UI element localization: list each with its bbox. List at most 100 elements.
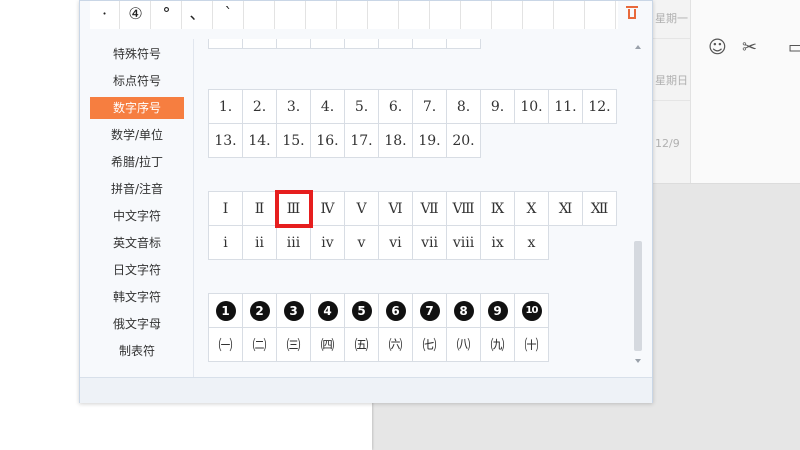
symbol-cell[interactable]: 17. [344,123,379,158]
symbol-cell[interactable]: ㈩ [514,327,549,362]
symbol-cell[interactable]: ⅴ [344,225,379,260]
category-item[interactable]: 韩文字符 [90,286,184,308]
category-item[interactable]: 拼音/注音 [90,178,184,200]
symbol-cell[interactable]: 7. [412,89,447,124]
recent-symbol-cell[interactable] [338,1,368,29]
recent-symbol-cell[interactable] [431,1,461,29]
image-icon[interactable]: ▭ [788,36,800,60]
symbol-cell[interactable]: ㈡ [242,327,277,362]
recent-symbol-cell[interactable] [276,1,306,29]
symbol-cell[interactable]: ㈤ [344,327,379,362]
scissors-icon[interactable]: ✂ [742,36,757,60]
symbol-cell[interactable]: 6 [378,293,413,328]
symbol-cell[interactable]: Ⅰ [208,191,243,226]
symbol-cell[interactable]: ㈦ [412,327,447,362]
symbol-cell[interactable]: 14. [242,123,277,158]
recent-symbol-cell[interactable]: ` [214,1,244,29]
symbol-cell[interactable]: Ⅱ [242,191,277,226]
recent-symbol-cell[interactable] [369,1,399,29]
category-item[interactable]: 数字序号 [90,97,184,119]
symbol-cell[interactable]: ⅳ [310,225,345,260]
category-item[interactable]: 英文音标 [90,232,184,254]
symbol-cell[interactable] [412,39,447,49]
symbol-cell[interactable]: ⅹ [514,225,549,260]
recent-symbol-cell[interactable]: ④ [121,1,151,29]
recent-symbol-cell[interactable] [307,1,337,29]
symbol-cell[interactable]: 9 [480,293,515,328]
symbol-cell[interactable]: Ⅺ [548,191,583,226]
scrollbar-thumb[interactable] [634,241,642,351]
symbol-cell[interactable]: 2. [242,89,277,124]
symbol-cell[interactable]: Ⅷ [446,191,481,226]
symbol-cell[interactable]: Ⅵ [378,191,413,226]
recent-symbol-cell[interactable] [586,1,616,29]
symbol-cell[interactable]: 8. [446,89,481,124]
selected-symbol-cell[interactable]: Ⅲ [274,189,313,228]
symbol-cell[interactable]: Ⅹ [514,191,549,226]
symbol-cell[interactable]: ㈨ [480,327,515,362]
symbol-cell[interactable]: 18. [378,123,413,158]
category-item[interactable]: 中文字符 [90,205,184,227]
category-item[interactable]: 数学/单位 [90,124,184,146]
scrollbar[interactable] [633,41,643,367]
symbol-cell[interactable]: 20. [446,123,481,158]
symbol-cell[interactable]: ㈠ [208,327,243,362]
symbol-cell[interactable]: 12. [582,89,617,124]
symbol-cell[interactable]: Ⅸ [480,191,515,226]
trash-icon[interactable] [625,5,639,21]
symbol-cell[interactable]: 7 [412,293,447,328]
symbol-cell[interactable]: 4 [310,293,345,328]
symbol-cell[interactable] [208,39,243,49]
symbol-cell[interactable]: 11. [548,89,583,124]
category-item[interactable]: 希腊/拉丁 [90,151,184,173]
symbol-cell[interactable]: 3 [276,293,311,328]
symbol-cell[interactable]: 1. [208,89,243,124]
emoji-icon[interactable]: ☺ [708,36,727,60]
recent-symbol-cell[interactable] [493,1,523,29]
symbol-cell[interactable]: 1 [208,293,243,328]
symbol-cell[interactable]: ㈧ [446,327,481,362]
symbol-cell[interactable]: Ⅶ [412,191,447,226]
category-item[interactable]: 标点符号 [90,70,184,92]
symbol-cell[interactable]: 13. [208,123,243,158]
recent-symbol-cell[interactable]: ° [152,1,182,29]
symbol-cell[interactable]: ⅰ [208,225,243,260]
recent-symbol-cell[interactable] [524,1,554,29]
category-item[interactable]: 日文字符 [90,259,184,281]
symbol-cell[interactable]: ㈢ [276,327,311,362]
symbol-cell[interactable]: 6. [378,89,413,124]
symbol-cell[interactable]: 5 [344,293,379,328]
symbol-cell[interactable]: 3. [276,89,311,124]
symbol-cell[interactable]: 16. [310,123,345,158]
symbol-cell[interactable]: ⅸ [480,225,515,260]
symbol-cell[interactable]: ⅲ [276,225,311,260]
symbol-cell[interactable]: Ⅻ [582,191,617,226]
symbol-cell[interactable]: Ⅴ [344,191,379,226]
symbol-cell[interactable]: ⅱ [242,225,277,260]
symbol-cell[interactable]: 10 [514,293,549,328]
symbol-cell[interactable]: ⅷ [446,225,481,260]
recent-symbol-cell[interactable] [245,1,275,29]
symbol-cell[interactable]: ㈥ [378,327,413,362]
symbol-cell[interactable]: 15. [276,123,311,158]
symbol-cell[interactable]: 19. [412,123,447,158]
symbol-cell[interactable] [446,39,481,49]
symbol-cell[interactable] [242,39,277,49]
symbol-cell[interactable] [310,39,345,49]
recent-symbol-cell[interactable] [400,1,430,29]
symbol-cell[interactable]: 5. [344,89,379,124]
symbol-cell[interactable]: ⅶ [412,225,447,260]
category-item[interactable]: 俄文字母 [90,313,184,335]
symbol-cell[interactable]: 10. [514,89,549,124]
recent-symbol-cell[interactable]: · [90,1,120,29]
symbol-cell[interactable] [344,39,379,49]
recent-symbol-cell[interactable] [462,1,492,29]
symbol-cell[interactable]: Ⅳ [310,191,345,226]
symbol-cell[interactable]: 8 [446,293,481,328]
symbol-cell[interactable] [276,39,311,49]
symbol-cell[interactable]: 2 [242,293,277,328]
symbol-cell[interactable] [378,39,413,49]
scroll-up-arrow[interactable] [635,45,641,49]
symbol-cell[interactable]: ㈣ [310,327,345,362]
scroll-down-arrow[interactable] [635,359,641,363]
